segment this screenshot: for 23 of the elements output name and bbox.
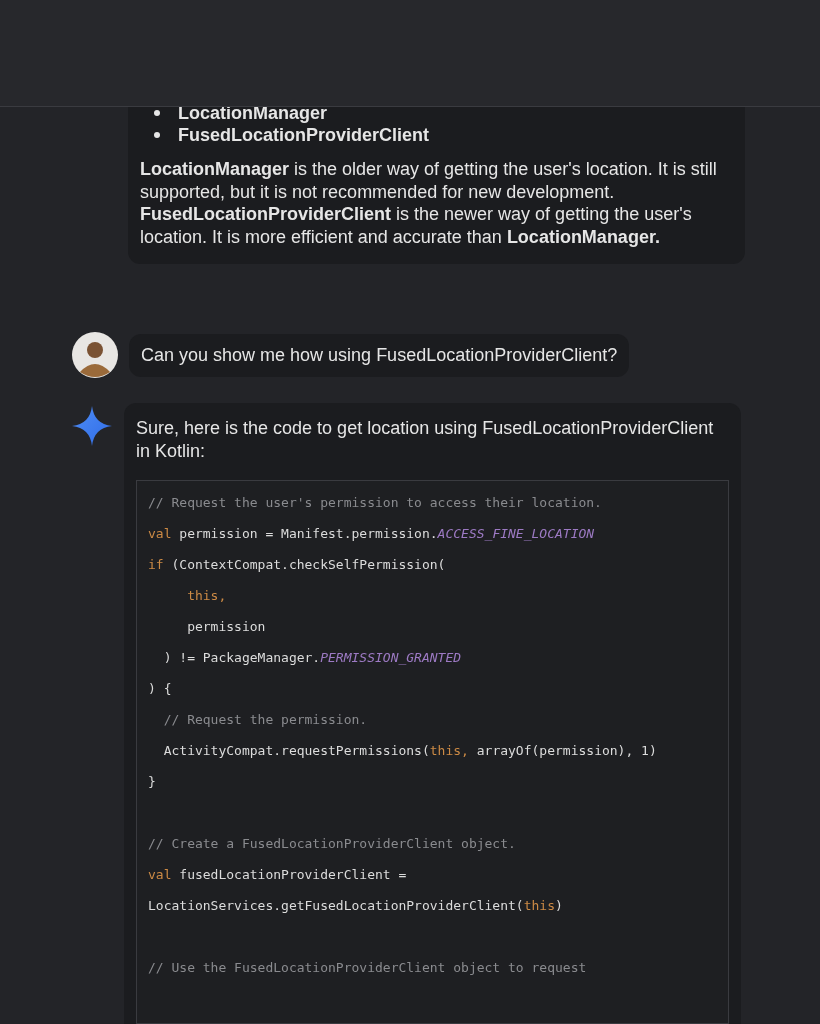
code-line: }: [148, 773, 157, 791]
code-line: this,: [186, 587, 228, 605]
code-line: val fusedLocationProviderClient =: [148, 866, 408, 884]
code-line: ) != PackageManager.PERMISSION_GRANTED: [162, 649, 463, 667]
code-line: LocationServices.getFusedLocationProviderClient(this): [148, 897, 564, 915]
response-text: Sure, here is the code to get location using FusedLocationProviderClient in Kotlin:: [136, 417, 715, 462]
list-item: LocationManager: [178, 102, 328, 124]
bullet-icon: [154, 132, 160, 138]
sparkle-icon: [72, 406, 112, 446]
code-line: // Use the FusedLocationProviderClient object to request: [148, 959, 588, 977]
user-message: Can you show me how using FusedLocationProviderClient?: [129, 333, 630, 377]
code-line: // Request the user's permission to access their location.: [148, 494, 603, 512]
code-line: // Create a FusedLocationProviderClient object.: [148, 835, 517, 853]
code-line: ActivityCompat.requestPermissions(this, arrayOf(permission), 1): [162, 742, 658, 760]
list-item: FusedLocationProviderClient: [178, 124, 430, 146]
code-line: // Request the permission.: [162, 711, 369, 729]
avatar-icon: [72, 332, 118, 378]
bullet-icon: [154, 110, 160, 116]
code-line: permission: [186, 618, 267, 636]
code-line: ) {: [148, 680, 173, 698]
code-line: val permission = Manifest.permission.ACCESS_FINE_LOCATION: [148, 525, 596, 543]
code-line: if (ContextCompat.checkSelfPermission(: [148, 556, 447, 574]
response-text: LocationManager is the older way of getting the user's location. It is still supported, but it is not recommended for new development. FusedLocationProviderClient is the newer way of getting the user's location. It is more efficient and accurate than LocationManager.: [140, 158, 718, 248]
